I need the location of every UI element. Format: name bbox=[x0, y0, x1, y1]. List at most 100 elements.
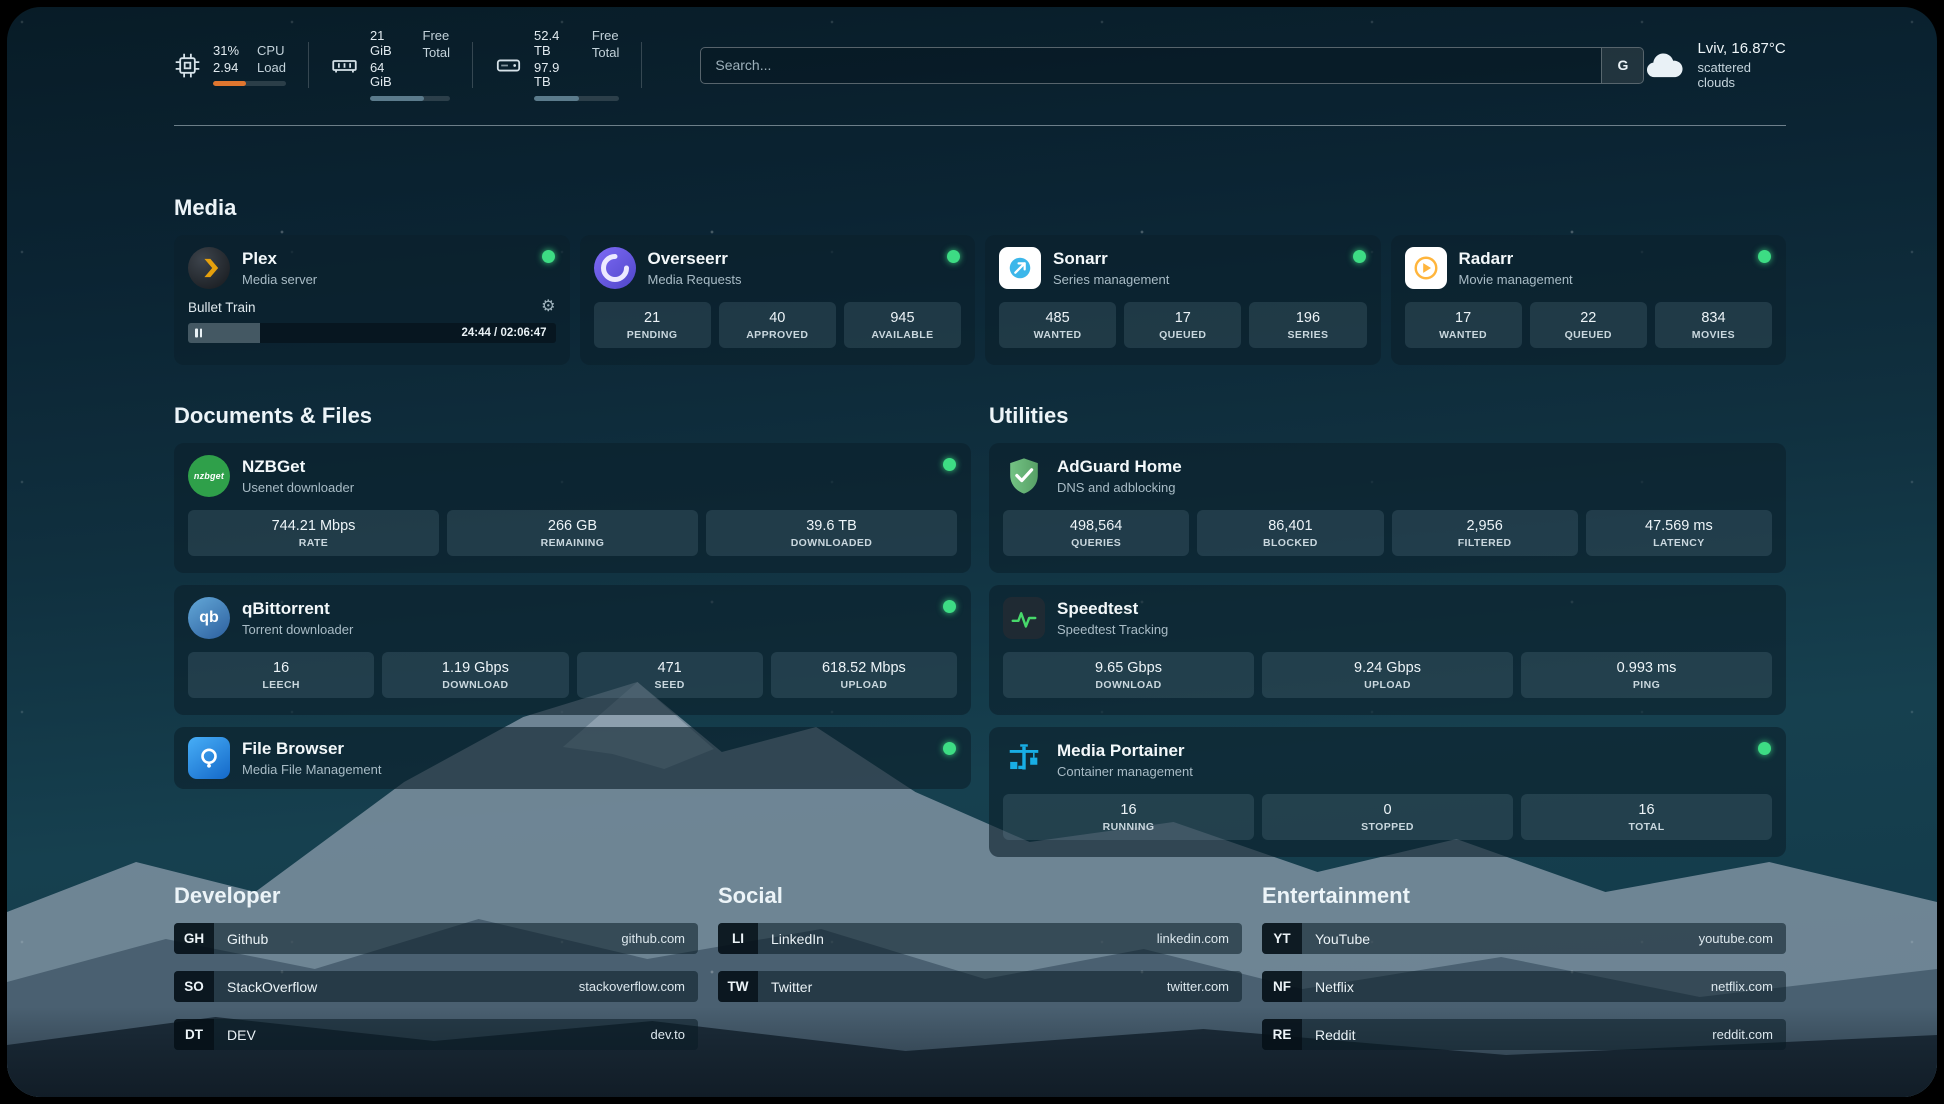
app-subtitle: Usenet downloader bbox=[242, 480, 354, 495]
app-subtitle: Speedtest Tracking bbox=[1057, 622, 1168, 637]
link-youtube[interactable]: YT YouTube youtube.com bbox=[1262, 923, 1786, 954]
app-card-plex[interactable]: Plex Media server Bullet Train ⚙ 24:44 /… bbox=[174, 235, 570, 365]
stat-upload: 618.52 Mbps UPLOAD bbox=[771, 652, 957, 698]
link-linkedin[interactable]: LI LinkedIn linkedin.com bbox=[718, 923, 1242, 954]
ram-free-value: 21 GiB bbox=[370, 29, 405, 59]
stat-ping: 0.993 ms PING bbox=[1521, 652, 1772, 698]
link-url: linkedin.com bbox=[1157, 931, 1229, 946]
speedtest-icon bbox=[1003, 597, 1045, 639]
stat-queued: 22 QUEUED bbox=[1530, 302, 1647, 348]
stat-wanted: 17 WANTED bbox=[1405, 302, 1522, 348]
link-name: Twitter bbox=[771, 979, 812, 995]
link-abbr: DT bbox=[174, 1019, 214, 1050]
app-card-adguard-home[interactable]: AdGuard Home DNS and adblocking 498,564 … bbox=[989, 443, 1786, 573]
app-card-overseerr[interactable]: Overseerr Media Requests 21 PENDING 40 A… bbox=[580, 235, 976, 365]
status-dot-online bbox=[943, 600, 956, 613]
link-stackoverflow[interactable]: SO StackOverflow stackoverflow.com bbox=[174, 971, 698, 1002]
disk-usage-bar bbox=[534, 96, 619, 101]
search-bar: G bbox=[700, 47, 1644, 84]
search-input[interactable] bbox=[701, 48, 1601, 83]
app-card-portainer[interactable]: Media Portainer Container management 16 … bbox=[989, 727, 1786, 857]
cloud-icon bbox=[1644, 50, 1684, 81]
weather-location: Lviv, 16.87°C bbox=[1697, 40, 1786, 57]
dashboard-screen: 31% 2.94 CPU Load 21 GiB bbox=[7, 7, 1937, 1097]
link-url: reddit.com bbox=[1712, 1027, 1773, 1042]
app-subtitle: Media File Management bbox=[242, 762, 381, 777]
app-name: Radarr bbox=[1459, 249, 1573, 269]
app-subtitle: Torrent downloader bbox=[242, 622, 353, 637]
stat-queries: 498,564 QUERIES bbox=[1003, 510, 1189, 556]
link-twitter[interactable]: TW Twitter twitter.com bbox=[718, 971, 1242, 1002]
app-name: qBittorrent bbox=[242, 599, 353, 619]
link-abbr: YT bbox=[1262, 923, 1302, 954]
portainer-crane-icon bbox=[1003, 739, 1045, 781]
stat-pending: 21 PENDING bbox=[594, 302, 711, 348]
playback-progress-bar[interactable]: 24:44 / 02:06:47 bbox=[188, 323, 556, 343]
app-card-nzbget[interactable]: nzbget NZBGet Usenet downloader 744.21 M… bbox=[174, 443, 971, 573]
link-abbr: TW bbox=[718, 971, 758, 1002]
link-name: YouTube bbox=[1315, 931, 1370, 947]
disk-total-label: Total bbox=[592, 46, 619, 61]
cpu-usage-value: 31% bbox=[213, 44, 239, 59]
section-entertainment: Entertainment YT YouTube youtube.com NF … bbox=[1262, 883, 1786, 1067]
cpu-label: CPU bbox=[257, 44, 286, 59]
radarr-icon bbox=[1405, 247, 1447, 289]
link-url: twitter.com bbox=[1167, 979, 1229, 994]
status-dot-online bbox=[943, 742, 956, 755]
section-title-social: Social bbox=[718, 883, 1242, 909]
section-title-entertainment: Entertainment bbox=[1262, 883, 1786, 909]
disk-icon bbox=[495, 52, 522, 79]
ram-metric: 21 GiB 64 GiB Free Total bbox=[331, 42, 473, 88]
stat-rate: 744.21 Mbps RATE bbox=[188, 510, 439, 556]
search-engine-button[interactable]: G bbox=[1601, 48, 1643, 83]
stat-wanted: 485 WANTED bbox=[999, 302, 1116, 348]
app-name: Overseerr bbox=[648, 249, 742, 269]
qbittorrent-icon: qb bbox=[188, 597, 230, 639]
app-name: NZBGet bbox=[242, 457, 354, 477]
section-utilities: Utilities AdGuard Home DNS and adblockin… bbox=[989, 403, 1786, 869]
app-name: Plex bbox=[242, 249, 317, 269]
stat-leech: 16 LEECH bbox=[188, 652, 374, 698]
cpu-chip-icon bbox=[174, 52, 201, 79]
app-card-filebrowser[interactable]: File Browser Media File Management bbox=[174, 727, 971, 789]
link-name: StackOverflow bbox=[227, 979, 317, 995]
link-abbr: SO bbox=[174, 971, 214, 1002]
link-dev-to[interactable]: DT DEV dev.to bbox=[174, 1019, 698, 1050]
link-name: Github bbox=[227, 931, 268, 947]
link-abbr: LI bbox=[718, 923, 758, 954]
app-card-speedtest[interactable]: Speedtest Speedtest Tracking 9.65 Gbps D… bbox=[989, 585, 1786, 715]
stat-total: 16 TOTAL bbox=[1521, 794, 1772, 840]
link-reddit[interactable]: RE Reddit reddit.com bbox=[1262, 1019, 1786, 1050]
link-name: Reddit bbox=[1315, 1027, 1355, 1043]
app-name: AdGuard Home bbox=[1057, 457, 1182, 477]
app-card-qbittorrent[interactable]: qb qBittorrent Torrent downloader 16 LEE… bbox=[174, 585, 971, 715]
app-name: File Browser bbox=[242, 739, 381, 759]
weather-condition: scattered clouds bbox=[1697, 60, 1786, 90]
overseerr-icon bbox=[594, 247, 636, 289]
status-dot-online bbox=[1758, 742, 1771, 755]
link-github[interactable]: GH Github github.com bbox=[174, 923, 698, 954]
app-card-radarr[interactable]: Radarr Movie management 17 WANTED 22 QUE… bbox=[1391, 235, 1787, 365]
link-url: netflix.com bbox=[1711, 979, 1773, 994]
stat-running: 16 RUNNING bbox=[1003, 794, 1254, 840]
stat-queued: 17 QUEUED bbox=[1124, 302, 1241, 348]
disk-free-value: 52.4 TB bbox=[534, 29, 574, 59]
link-abbr: RE bbox=[1262, 1019, 1302, 1050]
gear-icon[interactable]: ⚙ bbox=[541, 299, 555, 315]
app-subtitle: Media server bbox=[242, 272, 317, 287]
status-dot-online bbox=[1353, 250, 1366, 263]
status-dot-online bbox=[947, 250, 960, 263]
stat-seed: 471 SEED bbox=[577, 652, 763, 698]
stat-movies: 834 MOVIES bbox=[1655, 302, 1772, 348]
section-social: Social LI LinkedIn linkedin.com TW Twitt… bbox=[718, 883, 1242, 1019]
app-card-sonarr[interactable]: Sonarr Series management 485 WANTED 17 Q… bbox=[985, 235, 1381, 365]
cpu-load-value: 2.94 bbox=[213, 61, 239, 76]
nzbget-icon: nzbget bbox=[188, 455, 230, 497]
ram-free-label: Free bbox=[423, 29, 450, 44]
pause-icon[interactable] bbox=[195, 329, 202, 338]
app-subtitle: Movie management bbox=[1459, 272, 1573, 287]
app-name: Sonarr bbox=[1053, 249, 1169, 269]
section-media: Media Plex Media server Bullet Train ⚙ bbox=[174, 195, 1786, 365]
link-netflix[interactable]: NF Netflix netflix.com bbox=[1262, 971, 1786, 1002]
section-title-media: Media bbox=[174, 195, 1786, 221]
